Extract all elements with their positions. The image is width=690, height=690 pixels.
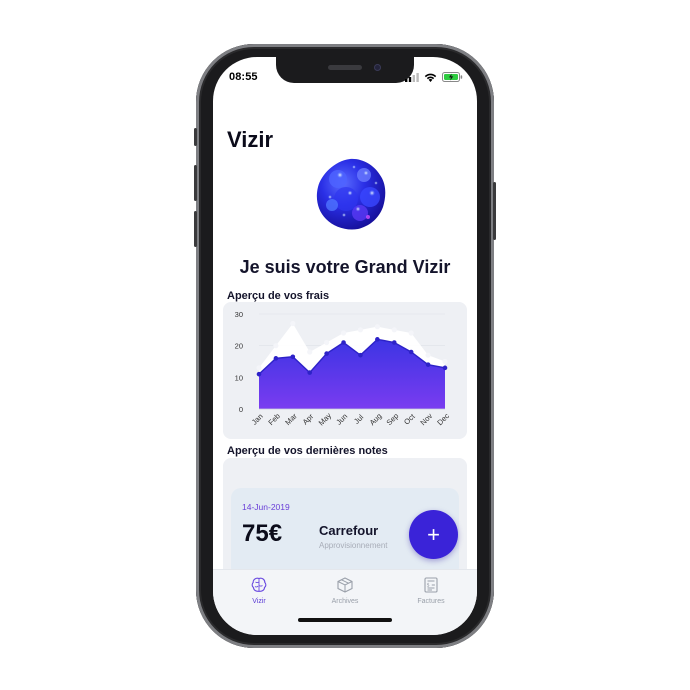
x-tick-label: Mar <box>283 411 299 427</box>
series-point <box>408 349 414 355</box>
series-point <box>374 324 380 330</box>
tab-factures[interactable]: $ = Factures <box>387 576 475 605</box>
series-point <box>273 356 279 361</box>
series-point <box>256 371 262 377</box>
x-tick-label: Dec <box>435 411 451 427</box>
x-tick-label: Jul <box>352 412 365 425</box>
power-button <box>493 182 496 240</box>
tab-label: Vizir <box>252 598 266 605</box>
y-tick-label: 30 <box>235 310 243 319</box>
notch <box>276 57 414 83</box>
series-point <box>307 349 313 355</box>
series-point <box>408 330 414 336</box>
note-category: Approvisionnement <box>319 541 388 550</box>
brain-icon <box>251 577 267 592</box>
series-point <box>425 362 431 367</box>
series-point <box>324 351 329 356</box>
note-date: 14-Jun-2019 <box>242 502 290 512</box>
series-point <box>341 340 346 345</box>
series-point <box>256 365 262 371</box>
expenses-chart-card: 0 10 20 30 Jan Feb Mar Apr May Jun Jul Aug Sep Oct Nov… <box>223 302 467 439</box>
expenses-area-chart: 0 10 20 30 Jan Feb Mar Apr May Jun Jul Aug Sep Oct Nov… <box>235 310 452 428</box>
series-point <box>425 352 431 358</box>
notes-section-title: Aperçu de vos dernières notes <box>227 445 388 457</box>
series-point <box>442 365 448 371</box>
tab-vizir[interactable]: Vizir <box>215 576 303 605</box>
wifi-icon <box>424 73 437 82</box>
app-title: Vizir <box>227 127 274 152</box>
tab-archives[interactable]: Archives <box>301 576 389 605</box>
y-tick-label: 20 <box>235 342 243 351</box>
tab-label: Archives <box>331 598 359 605</box>
x-tick-label: Feb <box>266 411 282 427</box>
app-screen: 08:55 Vizir Je suis votre Grand Vizir Ap… <box>213 57 477 635</box>
series-point <box>358 352 363 358</box>
tab-bar: Vizir Archives $ = Factures <box>213 569 477 635</box>
expenses-section-title: Aperçu de vos frais <box>227 290 330 302</box>
series-point <box>391 327 397 333</box>
front-camera <box>374 64 381 71</box>
series-point <box>391 340 397 345</box>
status-time: 08:55 <box>229 71 258 83</box>
svg-text:$ =: $ = <box>427 583 436 589</box>
series-point <box>273 343 279 349</box>
series-point <box>375 337 380 342</box>
battery-charging-icon <box>442 72 463 82</box>
series-point <box>290 354 296 360</box>
x-tick-label: May <box>317 411 334 428</box>
speaker <box>328 65 362 70</box>
note-merchant: Carrefour <box>319 523 379 538</box>
y-tick-label: 0 <box>239 405 243 414</box>
series-point <box>340 330 347 336</box>
series-point <box>307 370 313 375</box>
invoice-icon: $ = <box>424 577 438 593</box>
series-point <box>290 320 296 327</box>
series-point <box>324 339 330 346</box>
volume-down-button <box>194 211 197 247</box>
cellular-signal-icon <box>405 72 419 82</box>
home-indicator <box>298 618 392 622</box>
y-tick-label: 10 <box>235 373 243 382</box>
x-tick-label: Oct <box>402 411 417 426</box>
volume-up-button <box>194 165 197 201</box>
status-indicators <box>405 72 463 82</box>
note-amount: 75€ <box>242 520 283 547</box>
x-tick-label: Sep <box>385 411 401 427</box>
tab-label: Factures <box>417 598 445 605</box>
archive-box-icon <box>337 577 353 593</box>
series-point <box>357 327 364 333</box>
x-tick-label: Aug <box>368 411 384 427</box>
add-note-button[interactable]: + <box>409 510 458 559</box>
x-tick-label: Jun <box>334 412 349 427</box>
vizir-orb-avatar <box>316 158 386 230</box>
series-point <box>442 358 448 365</box>
headline: Je suis votre Grand Vizir <box>239 257 451 277</box>
mute-switch <box>194 128 197 146</box>
x-tick-label: Jan <box>250 412 265 427</box>
x-tick-label: Apr <box>301 412 316 427</box>
x-tick-label: Nov <box>418 411 434 427</box>
